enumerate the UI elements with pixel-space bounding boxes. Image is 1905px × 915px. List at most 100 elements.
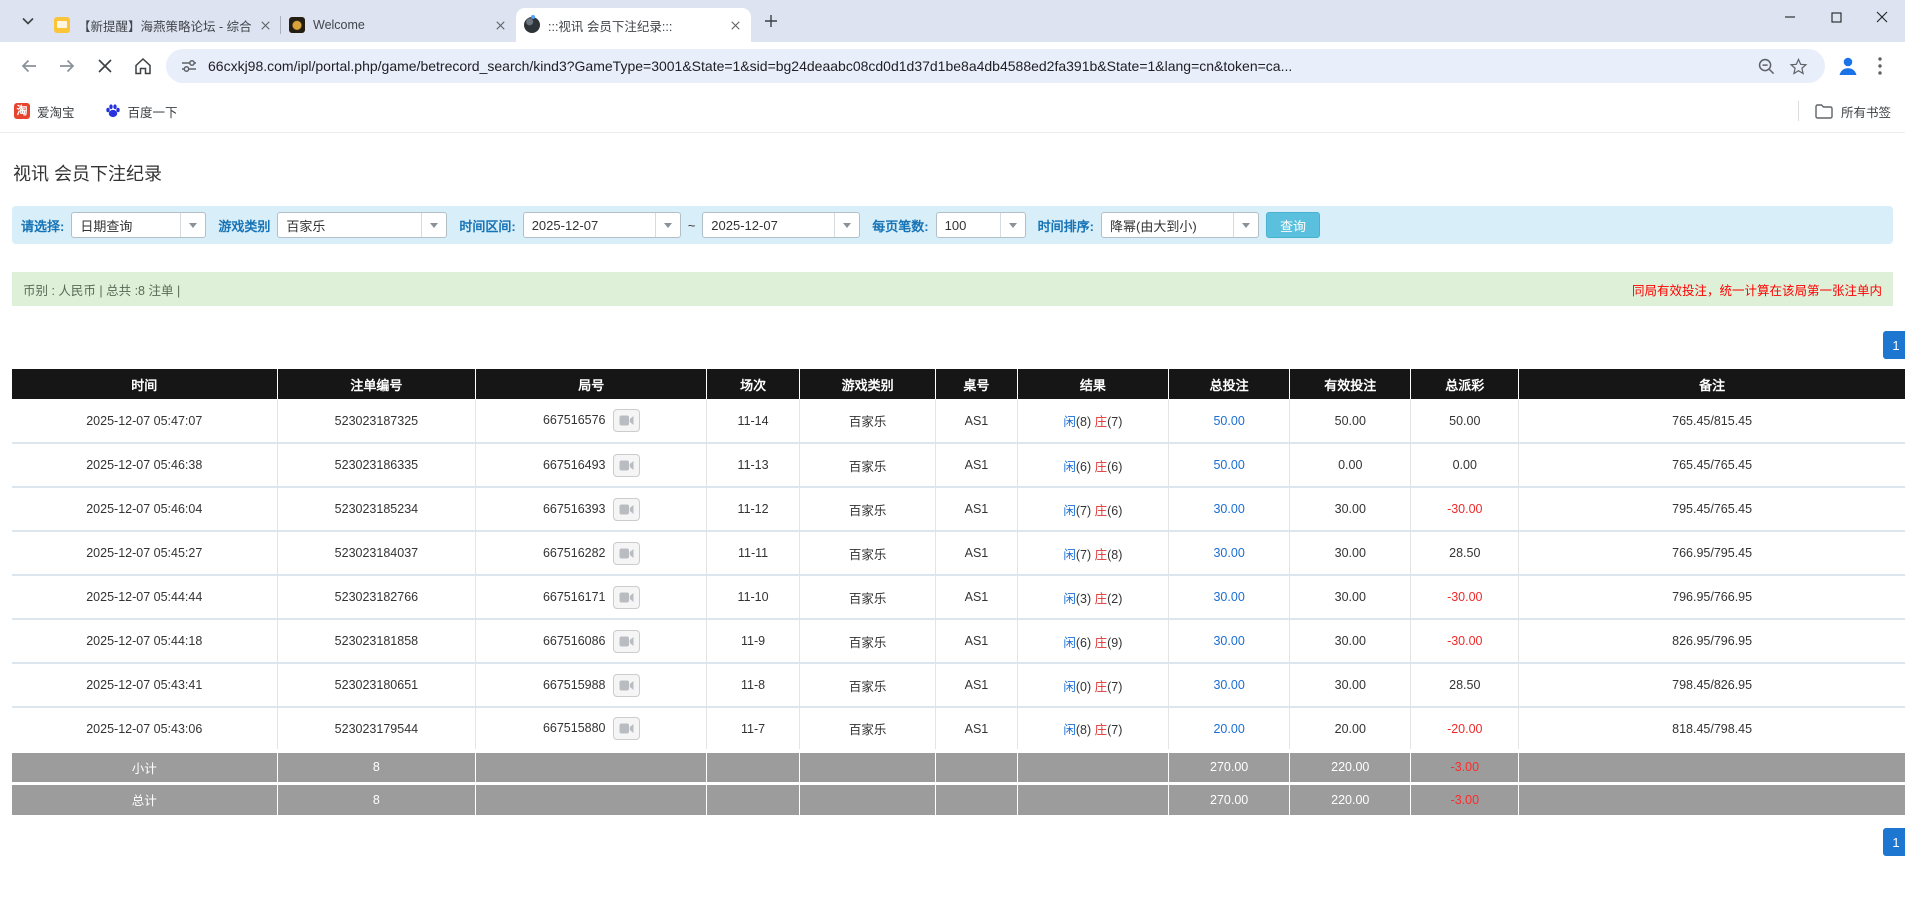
total-bet-link[interactable]: 50.00: [1213, 458, 1244, 472]
cell-result: 闲(8) 庄(7): [1017, 707, 1168, 751]
total-bet-link[interactable]: 30.00: [1213, 590, 1244, 604]
profile-avatar[interactable]: [1833, 51, 1863, 81]
bookmark-item[interactable]: 百度一下: [105, 102, 178, 121]
sum-count: 8: [277, 783, 476, 815]
player-result-label: 闲: [1063, 548, 1076, 562]
table-row: 2025-12-07 05:43:06523023179544667515880…: [12, 707, 1905, 751]
video-replay-button[interactable]: [613, 409, 640, 432]
window-controls: [1767, 0, 1905, 34]
address-bar[interactable]: 66cxkj98.com/ipl/portal.php/game/betreco…: [166, 49, 1825, 83]
banker-points: (6): [1107, 460, 1122, 474]
sum-empty-cell: [936, 783, 1017, 815]
cell-payout: -30.00: [1411, 575, 1519, 619]
cell-game-type: 百家乐: [799, 399, 935, 443]
bookmarks-bar: 淘爱淘宝 百度一下 所有书签: [0, 90, 1905, 133]
menu-kebab-icon[interactable]: [1865, 51, 1895, 81]
zoom-out-icon[interactable]: [1753, 53, 1779, 79]
bookmark-item[interactable]: 淘爱淘宝: [14, 102, 75, 121]
chevron-down-icon[interactable]: [14, 7, 42, 35]
cell-session: 11-12: [707, 487, 800, 531]
query-type-select[interactable]: 日期查询: [71, 212, 206, 238]
player-points: (3): [1076, 592, 1095, 606]
stop-loading-button[interactable]: [86, 47, 124, 85]
table-row: 2025-12-07 05:43:41523023180651667515988…: [12, 663, 1905, 707]
tabs-container: 【新提醒】海燕策略论坛 - 综合 Welcome:::视讯 会员下注纪录:::: [46, 8, 751, 42]
cell-payout: -30.00: [1411, 619, 1519, 663]
cell-time: 2025-12-07 05:47:07: [12, 399, 277, 443]
search-button[interactable]: 查询: [1266, 212, 1320, 238]
cell-game-type: 百家乐: [799, 531, 935, 575]
cell-time: 2025-12-07 05:46:04: [12, 487, 277, 531]
total-bet-link[interactable]: 30.00: [1213, 634, 1244, 648]
column-header: 游戏类别: [799, 369, 935, 399]
cell-game-type: 百家乐: [799, 619, 935, 663]
new-tab-button[interactable]: [757, 7, 785, 35]
video-replay-button[interactable]: [613, 454, 640, 477]
table-row: 2025-12-07 05:46:38523023186335667516493…: [12, 443, 1905, 487]
sum-total-bet: 270.00: [1169, 783, 1290, 815]
video-replay-button[interactable]: [613, 674, 640, 697]
per-page-select[interactable]: 100: [936, 212, 1026, 238]
browser-tab[interactable]: 【新提醒】海燕策略论坛 - 综合: [46, 8, 281, 42]
column-header: 桌号: [936, 369, 1017, 399]
cell-bet-id: 523023181858: [277, 619, 476, 663]
cell-total-bet: 30.00: [1169, 531, 1290, 575]
total-bet-link[interactable]: 50.00: [1213, 414, 1244, 428]
game-type-select[interactable]: 百家乐: [277, 212, 447, 238]
chevron-down-icon: [180, 213, 205, 237]
round-number: 667516493: [543, 457, 606, 471]
cell-remark: 795.45/765.45: [1519, 487, 1905, 531]
maximize-button[interactable]: [1813, 0, 1859, 34]
chevron-down-icon: [655, 213, 680, 237]
cell-valid-bet: 30.00: [1290, 619, 1411, 663]
banker-result-label: 庄: [1095, 636, 1108, 650]
divider: [1798, 101, 1799, 121]
close-window-button[interactable]: [1859, 0, 1905, 34]
total-bet-link[interactable]: 30.00: [1213, 546, 1244, 560]
cell-round-number: 667516576: [476, 399, 707, 443]
bookmark-items: 淘爱淘宝 百度一下: [14, 102, 208, 121]
browser-tab[interactable]: :::视讯 会员下注纪录:::: [516, 8, 751, 42]
tab-close-icon[interactable]: [257, 17, 273, 33]
video-replay-button[interactable]: [613, 542, 640, 565]
video-replay-button[interactable]: [613, 630, 640, 653]
page-number-button[interactable]: 1: [1883, 331, 1905, 359]
subtotal-row: 小计8270.00220.00-3.00: [12, 751, 1905, 783]
cell-bet-id: 523023185234: [277, 487, 476, 531]
sort-order-label: 时间排序:: [1038, 216, 1094, 235]
video-replay-button[interactable]: [613, 586, 640, 609]
player-points: (6): [1076, 460, 1095, 474]
back-button[interactable]: [10, 47, 48, 85]
video-replay-button[interactable]: [613, 717, 640, 740]
home-button[interactable]: [124, 47, 162, 85]
cell-total-bet: 30.00: [1169, 619, 1290, 663]
total-bet-link[interactable]: 30.00: [1213, 502, 1244, 516]
forward-button[interactable]: [48, 47, 86, 85]
bookmark-label: 百度一下: [128, 102, 178, 121]
sum-payout: -3.00: [1411, 783, 1519, 815]
tab-title: 【新提醒】海燕策略论坛 - 综合: [78, 16, 251, 35]
date-from-select[interactable]: 2025-12-07: [523, 212, 681, 238]
tab-close-icon[interactable]: [492, 17, 508, 33]
column-header: 局号: [476, 369, 707, 399]
tab-close-icon[interactable]: [727, 17, 743, 33]
all-bookmarks-button[interactable]: 所有书签: [1815, 102, 1891, 121]
video-replay-button[interactable]: [613, 498, 640, 521]
site-info-icon[interactable]: [180, 57, 198, 75]
cell-table-number: AS1: [936, 443, 1017, 487]
cell-time: 2025-12-07 05:45:27: [12, 531, 277, 575]
column-header: 时间: [12, 369, 277, 399]
banker-points: (8): [1107, 548, 1122, 562]
bookmark-star-icon[interactable]: [1785, 53, 1811, 79]
cell-remark: 765.45/815.45: [1519, 399, 1905, 443]
total-bet-link[interactable]: 20.00: [1213, 722, 1244, 736]
minimize-button[interactable]: [1767, 0, 1813, 34]
total-bet-link[interactable]: 30.00: [1213, 678, 1244, 692]
player-points: (8): [1076, 415, 1095, 429]
player-points: (6): [1076, 636, 1095, 650]
page-number-button[interactable]: 1: [1883, 828, 1905, 856]
date-to-select[interactable]: 2025-12-07: [702, 212, 860, 238]
column-header: 总投注: [1169, 369, 1290, 399]
browser-tab[interactable]: Welcome: [281, 8, 516, 42]
sort-order-select[interactable]: 降幂(由大到小): [1101, 212, 1259, 238]
